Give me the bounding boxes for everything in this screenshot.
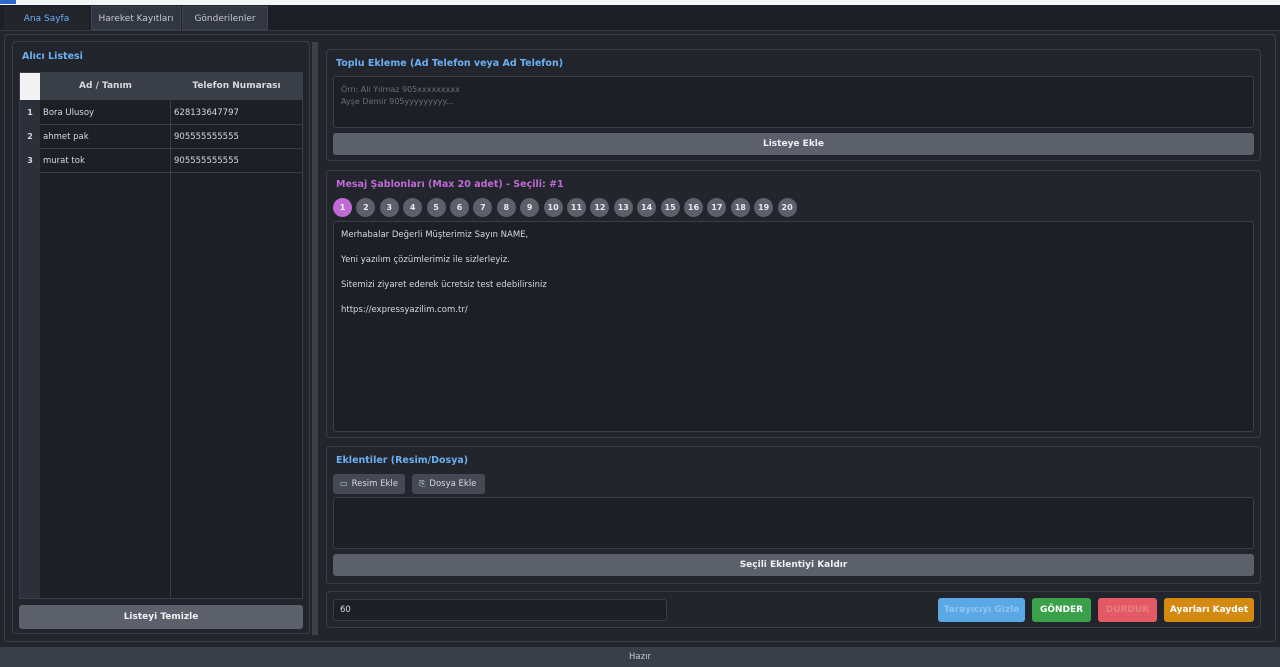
template-number-button[interactable]: 8 <box>496 198 516 217</box>
template-number-button[interactable]: 18 <box>730 198 750 217</box>
template-number-button[interactable]: 13 <box>613 198 633 217</box>
add-image-label: Resim Ekle <box>351 479 398 489</box>
bulk-add-title: Toplu Ekleme (Ad Telefon veya Ad Telefon… <box>336 58 564 69</box>
row-number[interactable]: 2 <box>20 125 40 149</box>
clear-list-button[interactable]: Listeyi Temizle <box>19 605 303 629</box>
template-number-button[interactable]: 10 <box>543 198 563 217</box>
tab-hareket-kayitlari[interactable]: Hareket Kayıtları <box>91 6 181 30</box>
template-number-button[interactable]: 5 <box>426 198 446 217</box>
template-number-button[interactable]: 3 <box>379 198 399 217</box>
paperclip-icon: ⎘ <box>419 479 426 488</box>
template-number-button[interactable]: 16 <box>684 198 703 217</box>
row-number[interactable]: 1 <box>20 101 40 125</box>
templates-title: Mesaj Şablonları (Max 20 adet) - Seçili:… <box>336 179 564 190</box>
attachments-title: Eklentiler (Resim/Dosya) <box>336 455 469 466</box>
save-settings-button[interactable]: Ayarları Kaydet <box>1164 598 1254 622</box>
table-cell-phone[interactable]: 628133647797 <box>171 101 302 125</box>
bulk-add-placeholder: Örn: Ali Yılmaz 905xxxxxxxxx <box>341 85 460 94</box>
hide-browser-button[interactable]: Tarayıcıyı Gizle <box>938 598 1025 622</box>
template-number-button[interactable]: 20 <box>777 198 797 217</box>
row-header-column <box>20 100 40 598</box>
add-image-button[interactable]: ▭ Resim Ekle <box>333 474 405 494</box>
column-divider <box>170 100 171 598</box>
template-number-button[interactable]: 15 <box>660 198 680 217</box>
template-number-button[interactable]: 1 <box>333 198 352 217</box>
table-cell-name[interactable]: Bora Ulusoy <box>40 101 170 125</box>
status-bar: Hazır <box>0 647 1280 667</box>
table-cell-name[interactable]: murat tok <box>40 149 170 173</box>
message-line: Yeni yazılım çözümlerimiz ile sizlerleyi… <box>341 255 510 265</box>
message-line: Sitemizi ziyaret ederek ücretsiz test ed… <box>341 280 547 290</box>
add-to-list-button[interactable]: Listeye Ekle <box>333 133 1254 155</box>
table-cell-name[interactable]: ahmet pak <box>40 125 170 149</box>
tab-bar: Ana Sayfa Hareket Kayıtları Gönderilenle… <box>0 5 1280 31</box>
bulk-add-placeholder: Ayşe Demir 905yyyyyyyyy... <box>341 97 454 106</box>
tab-gonderilenler[interactable]: Gönderilenler <box>182 6 268 30</box>
add-file-label: Dosya Ekle <box>429 479 477 489</box>
column-header-phone[interactable]: Telefon Numarası <box>171 73 302 100</box>
remove-attachment-button[interactable]: Seçili Eklentiyi Kaldır <box>333 554 1254 576</box>
recipient-table[interactable]: Ad / Tanım Telefon Numarası 1 Bora Uluso… <box>19 72 303 599</box>
table-cell-phone[interactable]: 905555555555 <box>171 149 302 173</box>
app-icon <box>0 0 16 4</box>
message-line: https://expressyazilim.com.tr/ <box>341 305 468 315</box>
stop-button[interactable]: DURDUR <box>1098 598 1157 622</box>
recipient-panel-title: Alıcı Listesi <box>22 51 83 62</box>
tab-ana-sayfa[interactable]: Ana Sayfa <box>4 6 89 30</box>
delay-input[interactable]: 60 <box>333 599 667 621</box>
row-number[interactable]: 3 <box>20 149 40 173</box>
table-cell-phone[interactable]: 905555555555 <box>171 125 302 149</box>
image-icon: ▭ <box>340 479 348 488</box>
panel-splitter[interactable] <box>312 42 318 635</box>
message-line: Merhabalar Değerli Müşterimiz Sayın NAME… <box>341 230 529 240</box>
template-number-button[interactable]: 6 <box>450 198 469 217</box>
add-file-button[interactable]: ⎘ Dosya Ekle <box>412 474 485 494</box>
column-header-name[interactable]: Ad / Tanım <box>40 73 171 100</box>
template-number-button[interactable]: 11 <box>567 198 586 217</box>
send-button[interactable]: GÖNDER <box>1032 598 1091 622</box>
attachments-list[interactable] <box>333 497 1254 549</box>
bulk-add-textarea[interactable]: Örn: Ali Yılmaz 905xxxxxxxxx Ayşe Demir … <box>333 76 1254 128</box>
message-textarea[interactable] <box>333 221 1254 432</box>
table-corner[interactable] <box>20 73 40 100</box>
